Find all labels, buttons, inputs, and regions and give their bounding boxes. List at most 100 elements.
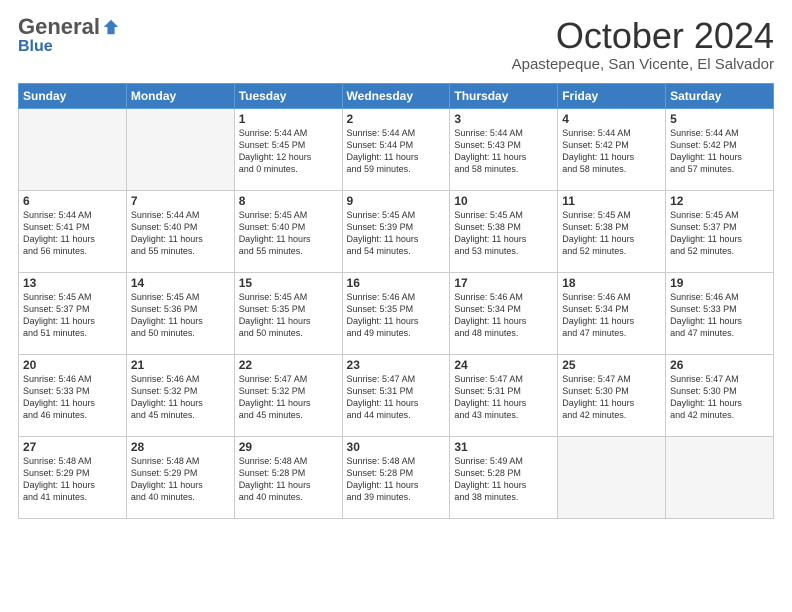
calendar-cell [558,436,666,518]
day-number: 23 [347,358,446,372]
cell-info: Sunrise: 5:44 AM Sunset: 5:42 PM Dayligh… [670,127,769,176]
cell-info: Sunrise: 5:45 AM Sunset: 5:37 PM Dayligh… [23,291,122,340]
calendar-cell: 15Sunrise: 5:45 AM Sunset: 5:35 PM Dayli… [234,272,342,354]
cell-info: Sunrise: 5:47 AM Sunset: 5:31 PM Dayligh… [347,373,446,422]
calendar-cell: 26Sunrise: 5:47 AM Sunset: 5:30 PM Dayli… [666,354,774,436]
day-number: 12 [670,194,769,208]
day-number: 10 [454,194,553,208]
day-number: 13 [23,276,122,290]
logo-general-text: General [18,16,100,38]
day-number: 16 [347,276,446,290]
calendar-week-2: 6Sunrise: 5:44 AM Sunset: 5:41 PM Daylig… [19,190,774,272]
day-number: 4 [562,112,661,126]
calendar-cell: 13Sunrise: 5:45 AM Sunset: 5:37 PM Dayli… [19,272,127,354]
logo-icon [102,18,120,36]
day-number: 27 [23,440,122,454]
logo: General Blue [18,16,120,56]
cell-info: Sunrise: 5:45 AM Sunset: 5:39 PM Dayligh… [347,209,446,258]
calendar-cell: 2Sunrise: 5:44 AM Sunset: 5:44 PM Daylig… [342,108,450,190]
cell-info: Sunrise: 5:46 AM Sunset: 5:33 PM Dayligh… [23,373,122,422]
calendar-cell: 22Sunrise: 5:47 AM Sunset: 5:32 PM Dayli… [234,354,342,436]
calendar-cell: 30Sunrise: 5:48 AM Sunset: 5:28 PM Dayli… [342,436,450,518]
cell-info: Sunrise: 5:46 AM Sunset: 5:34 PM Dayligh… [562,291,661,340]
calendar-cell: 7Sunrise: 5:44 AM Sunset: 5:40 PM Daylig… [126,190,234,272]
cell-info: Sunrise: 5:46 AM Sunset: 5:32 PM Dayligh… [131,373,230,422]
day-number: 2 [347,112,446,126]
calendar-cell [666,436,774,518]
calendar-cell: 3Sunrise: 5:44 AM Sunset: 5:43 PM Daylig… [450,108,558,190]
day-header-sunday: Sunday [19,83,127,108]
calendar-cell: 17Sunrise: 5:46 AM Sunset: 5:34 PM Dayli… [450,272,558,354]
calendar-cell: 16Sunrise: 5:46 AM Sunset: 5:35 PM Dayli… [342,272,450,354]
cell-info: Sunrise: 5:45 AM Sunset: 5:36 PM Dayligh… [131,291,230,340]
day-header-saturday: Saturday [666,83,774,108]
cell-info: Sunrise: 5:44 AM Sunset: 5:45 PM Dayligh… [239,127,338,176]
day-number: 1 [239,112,338,126]
day-header-monday: Monday [126,83,234,108]
day-number: 30 [347,440,446,454]
calendar-cell: 10Sunrise: 5:45 AM Sunset: 5:38 PM Dayli… [450,190,558,272]
calendar-week-1: 1Sunrise: 5:44 AM Sunset: 5:45 PM Daylig… [19,108,774,190]
calendar-week-5: 27Sunrise: 5:48 AM Sunset: 5:29 PM Dayli… [19,436,774,518]
cell-info: Sunrise: 5:44 AM Sunset: 5:40 PM Dayligh… [131,209,230,258]
day-number: 18 [562,276,661,290]
cell-info: Sunrise: 5:44 AM Sunset: 5:44 PM Dayligh… [347,127,446,176]
cell-info: Sunrise: 5:46 AM Sunset: 5:33 PM Dayligh… [670,291,769,340]
calendar-cell: 20Sunrise: 5:46 AM Sunset: 5:33 PM Dayli… [19,354,127,436]
calendar-cell: 29Sunrise: 5:48 AM Sunset: 5:28 PM Dayli… [234,436,342,518]
cell-info: Sunrise: 5:48 AM Sunset: 5:29 PM Dayligh… [23,455,122,504]
calendar-cell: 6Sunrise: 5:44 AM Sunset: 5:41 PM Daylig… [19,190,127,272]
day-number: 19 [670,276,769,290]
calendar-cell: 4Sunrise: 5:44 AM Sunset: 5:42 PM Daylig… [558,108,666,190]
calendar: SundayMondayTuesdayWednesdayThursdayFrid… [18,83,774,519]
calendar-cell: 12Sunrise: 5:45 AM Sunset: 5:37 PM Dayli… [666,190,774,272]
cell-info: Sunrise: 5:45 AM Sunset: 5:38 PM Dayligh… [454,209,553,258]
calendar-cell: 8Sunrise: 5:45 AM Sunset: 5:40 PM Daylig… [234,190,342,272]
calendar-cell: 25Sunrise: 5:47 AM Sunset: 5:30 PM Dayli… [558,354,666,436]
day-number: 3 [454,112,553,126]
day-number: 24 [454,358,553,372]
day-number: 20 [23,358,122,372]
calendar-cell [19,108,127,190]
header: General Blue October 2024 Apastepeque, S… [18,16,774,73]
location: Apastepeque, San Vicente, El Salvador [512,56,774,73]
cell-info: Sunrise: 5:46 AM Sunset: 5:35 PM Dayligh… [347,291,446,340]
cell-info: Sunrise: 5:44 AM Sunset: 5:41 PM Dayligh… [23,209,122,258]
calendar-cell: 5Sunrise: 5:44 AM Sunset: 5:42 PM Daylig… [666,108,774,190]
day-number: 17 [454,276,553,290]
day-header-wednesday: Wednesday [342,83,450,108]
cell-info: Sunrise: 5:45 AM Sunset: 5:40 PM Dayligh… [239,209,338,258]
day-number: 14 [131,276,230,290]
title-block: October 2024 Apastepeque, San Vicente, E… [512,16,774,73]
calendar-week-4: 20Sunrise: 5:46 AM Sunset: 5:33 PM Dayli… [19,354,774,436]
day-number: 26 [670,358,769,372]
calendar-header-row: SundayMondayTuesdayWednesdayThursdayFrid… [19,83,774,108]
cell-info: Sunrise: 5:46 AM Sunset: 5:34 PM Dayligh… [454,291,553,340]
day-number: 21 [131,358,230,372]
day-header-thursday: Thursday [450,83,558,108]
calendar-cell: 19Sunrise: 5:46 AM Sunset: 5:33 PM Dayli… [666,272,774,354]
calendar-cell: 9Sunrise: 5:45 AM Sunset: 5:39 PM Daylig… [342,190,450,272]
calendar-cell: 11Sunrise: 5:45 AM Sunset: 5:38 PM Dayli… [558,190,666,272]
calendar-cell: 24Sunrise: 5:47 AM Sunset: 5:31 PM Dayli… [450,354,558,436]
day-number: 5 [670,112,769,126]
day-number: 22 [239,358,338,372]
day-number: 31 [454,440,553,454]
cell-info: Sunrise: 5:44 AM Sunset: 5:42 PM Dayligh… [562,127,661,176]
day-number: 25 [562,358,661,372]
day-number: 29 [239,440,338,454]
day-number: 15 [239,276,338,290]
cell-info: Sunrise: 5:48 AM Sunset: 5:29 PM Dayligh… [131,455,230,504]
calendar-cell: 14Sunrise: 5:45 AM Sunset: 5:36 PM Dayli… [126,272,234,354]
logo-blue-text: Blue [18,38,53,55]
cell-info: Sunrise: 5:45 AM Sunset: 5:37 PM Dayligh… [670,209,769,258]
day-header-tuesday: Tuesday [234,83,342,108]
cell-info: Sunrise: 5:47 AM Sunset: 5:30 PM Dayligh… [670,373,769,422]
month-title: October 2024 [512,16,774,56]
cell-info: Sunrise: 5:45 AM Sunset: 5:38 PM Dayligh… [562,209,661,258]
calendar-cell [126,108,234,190]
page: General Blue October 2024 Apastepeque, S… [0,0,792,612]
cell-info: Sunrise: 5:47 AM Sunset: 5:31 PM Dayligh… [454,373,553,422]
cell-info: Sunrise: 5:47 AM Sunset: 5:32 PM Dayligh… [239,373,338,422]
cell-info: Sunrise: 5:47 AM Sunset: 5:30 PM Dayligh… [562,373,661,422]
